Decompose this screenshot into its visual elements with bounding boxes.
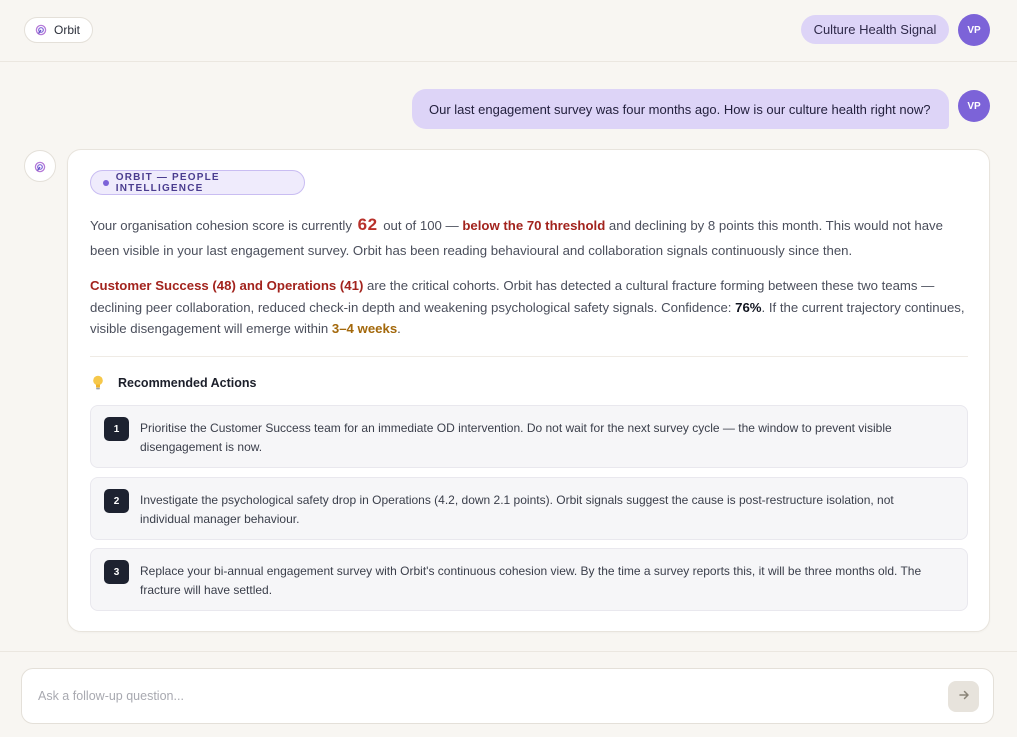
user-message-avatar: VP: [958, 90, 990, 122]
recommendation-item[interactable]: 1 Prioritise the Customer Success team f…: [90, 405, 968, 468]
recommendation-item[interactable]: 3 Replace your bi-annual engagement surv…: [90, 548, 968, 611]
recommendation-number: 3: [104, 560, 129, 584]
send-button[interactable]: [948, 681, 979, 712]
follow-up-input[interactable]: [38, 684, 918, 708]
top-bar: Orbit Culture Health Signal VP: [0, 0, 1017, 62]
cohesion-score: 62: [357, 215, 378, 234]
detail-text: .: [397, 321, 401, 336]
culture-health-signal-button[interactable]: Culture Health Signal: [801, 15, 949, 44]
detail-paragraph: Customer Success (48) and Operations (41…: [90, 275, 970, 340]
summary-paragraph: Your organisation cohesion score is curr…: [90, 212, 970, 263]
signal-label: Culture Health Signal: [813, 22, 937, 37]
composer: [21, 668, 994, 724]
orbit-logo-icon: [35, 24, 47, 36]
confidence-value: 76%: [735, 299, 762, 315]
assistant-avatar: [24, 150, 56, 182]
lightbulb-icon: [90, 374, 106, 392]
summary-text: Your organisation cohesion score is curr…: [90, 218, 356, 233]
source-badge: ORBIT — PEOPLE INTELLIGENCE: [90, 170, 305, 195]
recommendation-text: Investigate the psychological safety dro…: [140, 493, 894, 526]
user-message-bubble: Our last engagement survey was four mont…: [412, 89, 949, 129]
summary-text: out of 100 —: [379, 218, 463, 233]
user-avatar[interactable]: VP: [958, 14, 990, 46]
composer-bar: [0, 651, 1017, 737]
threshold-alert: below the 70 threshold: [462, 218, 606, 233]
recommendation-number: 2: [104, 489, 129, 513]
assistant-response-card: ORBIT — PEOPLE INTELLIGENCE Your organis…: [67, 149, 990, 632]
recommendation-text: Prioritise the Customer Success team for…: [140, 421, 892, 454]
arrow-right-icon: [958, 688, 970, 706]
avatar-initials: VP: [967, 24, 981, 36]
brand-pill[interactable]: Orbit: [24, 17, 94, 43]
orbit-logo-icon: [34, 160, 46, 173]
critical-cohorts: Customer Success (48) and Operations (41…: [90, 278, 364, 293]
recommended-actions-heading: Recommended Actions: [90, 373, 256, 393]
recommended-actions-title: Recommended Actions: [118, 376, 257, 390]
timeframe-value: 3–4 weeks: [331, 321, 398, 336]
section-divider: [90, 356, 968, 357]
recommendation-number: 1: [104, 417, 129, 441]
recommendation-text: Replace your bi-annual engagement survey…: [140, 564, 922, 597]
source-label: ORBIT — PEOPLE INTELLIGENCE: [115, 171, 220, 194]
recommendation-item[interactable]: 2 Investigate the psychological safety d…: [90, 477, 968, 540]
user-message-text: Our last engagement survey was four mont…: [429, 101, 931, 117]
brand-label: Orbit: [54, 23, 81, 37]
avatar-initials: VP: [967, 100, 981, 112]
status-dot-icon: [103, 179, 109, 186]
